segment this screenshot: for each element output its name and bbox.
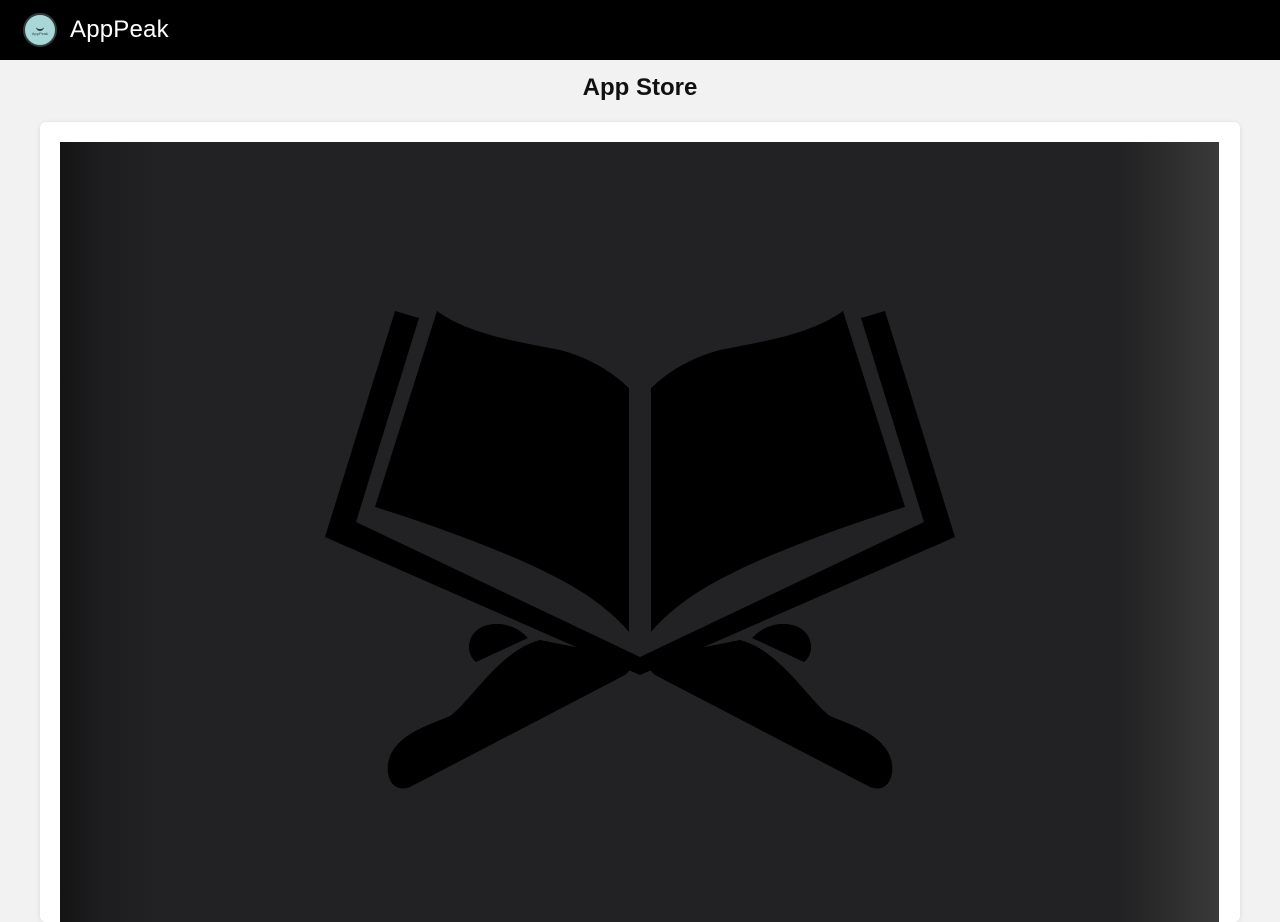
top-navigation-bar: AppPeak AppPeak bbox=[0, 0, 1280, 60]
page-title: App Store bbox=[582, 74, 698, 101]
open-book-on-stand-icon bbox=[325, 311, 955, 789]
logo-text: AppPeak bbox=[31, 30, 49, 36]
app-card bbox=[40, 122, 1240, 922]
apppeak-logo-icon[interactable]: AppPeak bbox=[23, 13, 57, 47]
brand-name[interactable]: AppPeak bbox=[70, 16, 169, 44]
logo-mark bbox=[36, 25, 44, 31]
app-hero-image bbox=[60, 142, 1219, 922]
